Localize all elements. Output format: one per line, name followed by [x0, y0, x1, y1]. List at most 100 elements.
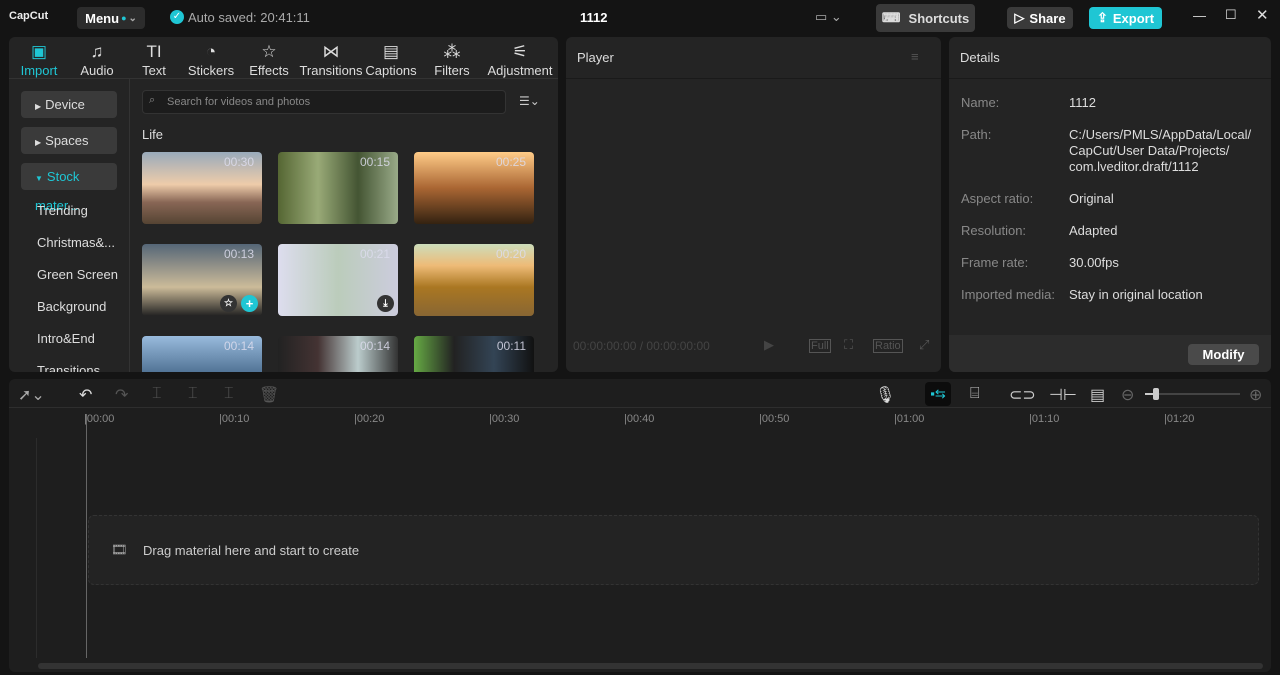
time-tick: |00:50 — [759, 413, 790, 425]
zoom-out-icon[interactable]: ⊖ — [1121, 385, 1134, 405]
zoom-to-fit-icon[interactable]: ▤ — [1090, 385, 1105, 405]
tab-stickers[interactable]: ◔ Stickers — [179, 41, 243, 78]
sidebar-group-label: Device — [45, 97, 85, 112]
media-clip[interactable]: 00:25 — [414, 152, 534, 224]
close-icon[interactable]: ✕ — [1256, 6, 1269, 24]
playhead[interactable] — [86, 414, 87, 658]
media-clip[interactable]: 00:15 — [278, 152, 398, 224]
zoom-fit-icon[interactable]: ⛶ — [844, 337, 853, 353]
time-tick: |01:10 — [1029, 413, 1060, 425]
sidebar-item[interactable]: Background — [37, 299, 106, 314]
tab-label: Stickers — [187, 63, 235, 78]
timecode: 00:00:00:00 / 00:00:00:00 — [573, 339, 710, 353]
link-icon[interactable]: ⊂⊃ — [1009, 385, 1036, 405]
tab-text[interactable]: TI Text — [122, 41, 186, 78]
full-button[interactable]: Full — [809, 339, 831, 353]
media-clip[interactable]: 00:11 — [414, 336, 534, 372]
layout-icon[interactable]: ▭ ⌄ — [815, 9, 842, 25]
sticker-icon: ◔ — [205, 42, 217, 61]
media-clip[interactable]: 00:14 — [142, 336, 262, 372]
tab-captions[interactable]: ▤ Captions — [359, 41, 423, 78]
minimize-icon[interactable]: — — [1193, 8, 1206, 23]
tab-audio[interactable]: ♫ Audio — [65, 41, 129, 78]
sidebar-item[interactable]: Intro&End — [37, 331, 95, 346]
export-icon: ⇪ — [1096, 10, 1108, 25]
tab-label: Adjustment — [487, 63, 553, 78]
time-tick: |00:00 — [84, 413, 114, 425]
chevron-down-icon: ⌄ — [128, 12, 137, 24]
drop-hint: Drag material here and start to create — [143, 543, 360, 558]
detail-value: Original — [1069, 191, 1114, 206]
fullscreen-icon[interactable]: ⤢ — [919, 337, 929, 353]
microphone-icon[interactable]: 🎙 — [875, 385, 895, 405]
sidebar-item[interactable]: Trending — [37, 203, 88, 218]
auto-snap-icon[interactable]: ⌸ — [970, 385, 980, 403]
undo-icon[interactable]: ↶ — [79, 385, 92, 405]
sidebar-group-label: Spaces — [45, 133, 89, 148]
shortcuts-button[interactable]: ⌨ Shortcuts — [876, 4, 975, 32]
add-icon[interactable]: + — [241, 295, 258, 312]
tick-label: 00:20 — [356, 413, 385, 425]
clip-duration: 00:14 — [359, 339, 390, 353]
media-clip[interactable]: 00:21 ⤓ — [278, 244, 398, 316]
magnet-icon[interactable]: ▪⇆ — [925, 382, 951, 406]
trim-left-icon[interactable]: ⌶ — [188, 385, 198, 403]
preview-axis-icon[interactable]: ⊣⊢ — [1049, 385, 1077, 405]
tab-effects[interactable]: ☆ Effects — [237, 41, 301, 78]
play-icon[interactable]: ▶ — [764, 337, 774, 353]
section-title: Life — [142, 127, 163, 142]
player-panel: Player ≡ 00:00:00:00 / 00:00:00:00 ▶ Ful… — [566, 37, 941, 372]
download-icon[interactable]: ⤓ — [377, 295, 394, 312]
effects-icon: ☆ — [261, 42, 277, 61]
split-icon[interactable]: ⌶ — [152, 385, 162, 403]
redo-icon[interactable]: ↷ — [115, 385, 128, 405]
ratio-button[interactable]: Ratio — [873, 339, 903, 353]
trim-right-icon[interactable]: ⌶ — [224, 385, 234, 403]
share-label: Share — [1029, 10, 1066, 26]
tab-transitions[interactable]: ⋈ Transitions — [299, 41, 363, 78]
media-clip[interactable]: 00:20 — [414, 244, 534, 316]
tab-label: Effects — [249, 63, 289, 78]
clip-duration: 00:15 — [359, 155, 390, 169]
media-clip[interactable]: 00:13 + ☆ — [142, 244, 262, 316]
sidebar-group[interactable]: ▶ Spaces — [21, 127, 117, 154]
export-button[interactable]: ⇪ Export — [1089, 7, 1162, 29]
zoom-slider[interactable] — [1145, 388, 1240, 400]
zoom-in-icon[interactable]: ⊕ — [1249, 385, 1262, 405]
film-icon: 🎞 — [111, 542, 128, 557]
time-tick: |01:20 — [1164, 413, 1195, 425]
search-input[interactable]: Search for videos and photos — [142, 90, 506, 114]
tab-adjustment[interactable]: ⚟ Adjustment — [482, 41, 558, 78]
clip-duration: 00:13 — [223, 247, 254, 261]
horizontal-scrollbar[interactable] — [38, 663, 1263, 669]
menu-button[interactable]: Menu ● ⌄ — [77, 7, 145, 29]
sidebar-item[interactable]: Green Screen — [37, 267, 118, 282]
share-icon: ▷ — [1014, 10, 1025, 25]
detail-label: Imported media: — [961, 287, 1055, 302]
detail-label: Frame rate: — [961, 255, 1029, 270]
sidebar-group[interactable]: ▶ Device — [21, 91, 117, 118]
media-clip[interactable]: 00:30 — [142, 152, 262, 224]
project-title: 1112 — [580, 10, 608, 25]
filter-icon[interactable]: ☰⌄ — [519, 94, 540, 108]
time-tick: |01:00 — [894, 413, 925, 425]
clip-duration: 00:11 — [496, 339, 526, 353]
media-clip[interactable]: 00:14 — [278, 336, 398, 372]
export-label: Export — [1112, 10, 1155, 26]
tab-filters[interactable]: ⁂ Filters — [420, 41, 484, 78]
sidebar-item[interactable]: Transitions — [37, 363, 100, 372]
delete-icon[interactable]: 🗑 — [259, 385, 279, 405]
tick-label: 00:00 — [86, 413, 115, 425]
favorite-icon[interactable]: ☆ — [220, 295, 237, 312]
maximize-icon[interactable]: ☐ — [1225, 7, 1237, 23]
sidebar-item[interactable]: Christmas&... — [37, 235, 115, 250]
sidebar-group[interactable]: ▼ Stock mater... — [21, 163, 117, 213]
tick-label: 00:40 — [626, 413, 655, 425]
modify-button[interactable]: Modify — [1188, 344, 1259, 365]
detail-value: 1112 — [1069, 95, 1096, 110]
tab-import[interactable]: ▣ Import — [9, 41, 71, 78]
drop-zone[interactable]: 🎞 Drag material here and start to create — [88, 515, 1259, 585]
select-tool-icon[interactable]: ➚⌄ — [18, 385, 45, 405]
share-button[interactable]: ▷ Share — [1007, 7, 1073, 29]
menu-icon[interactable]: ≡ — [911, 49, 919, 64]
